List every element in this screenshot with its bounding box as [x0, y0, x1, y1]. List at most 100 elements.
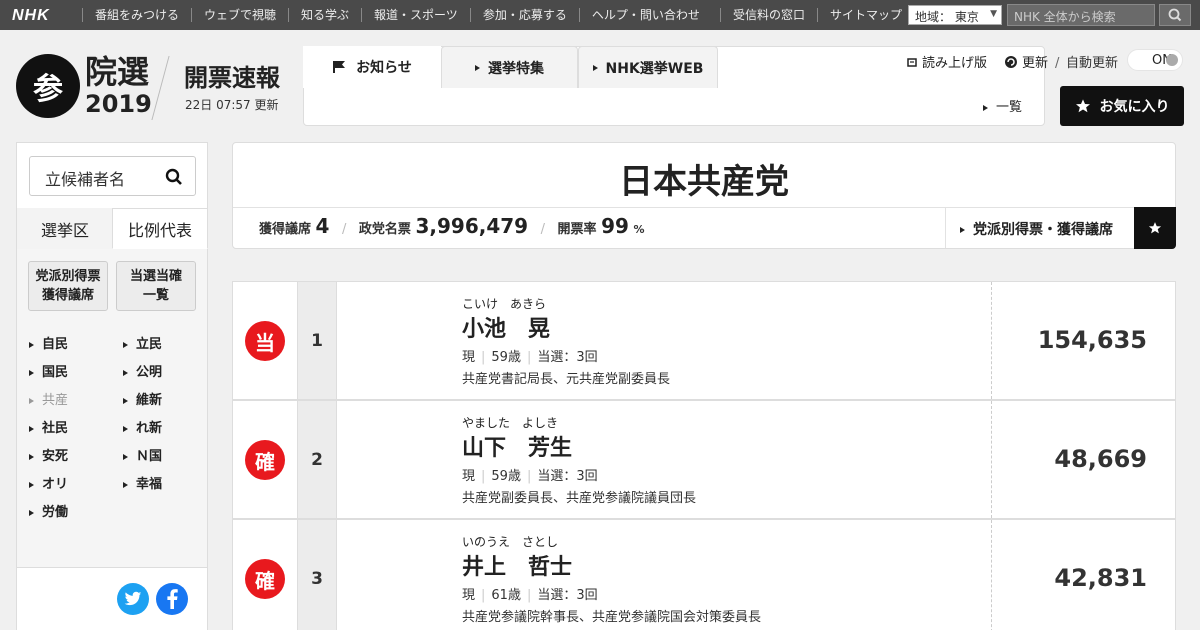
party-label: 社民 — [42, 421, 69, 436]
button-label: 党派別得票 獲得議席 — [35, 269, 101, 303]
separator: / — [342, 222, 347, 237]
link-label: 一覧 — [996, 100, 1023, 115]
candidate-row[interactable]: 確 2 やました よしき 山下 芳生 現 | 59歳 | 当選：3回 共産党副委員長、共… — [232, 400, 1176, 519]
tab-notice[interactable]: お知らせ — [303, 46, 441, 88]
tab-label: お知らせ — [356, 60, 412, 76]
nav-link[interactable]: サイトマップ — [817, 8, 914, 22]
candidate-position: 共産党副委員長、共産党参議院議員団長 — [462, 491, 697, 506]
facebook-icon[interactable] — [156, 583, 188, 615]
votes-by-party-button[interactable]: 党派別得票 獲得議席 — [28, 261, 108, 311]
triangle-right-icon — [592, 64, 598, 71]
triangle-right-icon — [29, 397, 34, 404]
nav-link[interactable]: 知る学ぶ — [288, 8, 361, 22]
favorite-party-button[interactable] — [1134, 207, 1176, 249]
divider — [945, 208, 946, 248]
party-votes-seats-link[interactable]: 党派別得票・獲得議席 — [960, 219, 1113, 239]
refresh-button[interactable]: 更新 / — [1004, 52, 1059, 71]
triangle-right-icon — [29, 341, 34, 348]
favorite-button[interactable]: お気に入り — [1060, 86, 1184, 126]
elected-badge: 当 — [245, 321, 285, 361]
tab-election-feature[interactable]: 選挙特集 — [441, 46, 578, 88]
global-navbar: NHK 番組をみつける ウェブで視聴 知る学ぶ 報道・スポーツ 参加・応募する … — [0, 0, 1200, 30]
party-link[interactable]: Ｎ国 — [123, 445, 162, 464]
party-label: 労働 — [42, 505, 69, 520]
candidate-position: 共産党書記局長、元共産党副委員長 — [462, 372, 671, 387]
party-label: 安死 — [42, 449, 69, 464]
tab-label: 選挙特集 — [488, 60, 544, 77]
candidate-name: 小池 晃 — [462, 317, 551, 342]
triangle-right-icon — [123, 481, 128, 488]
triangle-right-icon — [983, 104, 988, 111]
divider — [991, 282, 992, 399]
nav-link[interactable]: ヘルプ・問い合わせ — [578, 8, 712, 22]
party-link[interactable]: 公明 — [123, 361, 162, 380]
separator: | — [526, 588, 532, 603]
party-name: 日本共産党 — [619, 162, 789, 202]
separator: | — [526, 350, 532, 365]
nhk-logo[interactable]: NHK — [12, 7, 50, 25]
triangle-right-icon — [475, 64, 480, 71]
party-link[interactable]: 国民 — [29, 361, 68, 380]
candidate-row[interactable]: 当 1 こいけ あきら 小池 晃 現 | 59歳 | 当選：3回 共産党書記局長、元共産… — [232, 281, 1176, 400]
nav-link[interactable]: 受信料の窓口 — [720, 8, 817, 22]
link-label: 党派別得票・獲得議席 — [973, 222, 1113, 238]
count-rate-unit: % — [633, 223, 645, 236]
candidate-meta: 現 | 59歳 | 当選：3回 — [462, 346, 598, 365]
site-search-input[interactable]: NHK 全体から検索 — [1007, 4, 1155, 26]
update-timestamp: 22日 07:57 更新 — [185, 98, 279, 112]
winners-list-button[interactable]: 当選当確 一覧 — [116, 261, 196, 311]
triangle-right-icon — [29, 453, 34, 460]
age: 59歳 — [491, 350, 521, 365]
count-rate-label: 開票率 — [557, 222, 597, 237]
nav-link[interactable]: 参加・応募する — [469, 8, 579, 22]
party-label: 共産 — [42, 393, 69, 408]
party-label: Ｎ国 — [136, 449, 163, 464]
party-stats: 獲得議席 4 / 政党名票 3,996,479 / 開票率 99 % — [259, 214, 644, 238]
read-aloud-link[interactable]: 読み上げ版 — [906, 52, 987, 71]
nav-link[interactable]: ウェブで視聴 — [191, 8, 288, 22]
separator: | — [481, 350, 486, 365]
party-link[interactable]: 立民 — [123, 333, 162, 352]
votes-label: 政党名票 — [358, 222, 411, 237]
party-link[interactable]: 社民 — [29, 417, 68, 436]
candidate-kana: やました よしき — [462, 416, 559, 430]
nav-link[interactable]: 番組をみつける — [82, 8, 191, 22]
region-select[interactable]: 地域： 東京 ▼ — [908, 5, 1002, 25]
auto-refresh-toggle[interactable]: ON — [1127, 49, 1183, 71]
auto-refresh-label: 自動更新 — [1066, 56, 1119, 71]
election-logo-mark: 参 — [16, 54, 80, 118]
tab-district[interactable]: 選挙区 — [17, 208, 113, 249]
party-link[interactable]: オリ — [29, 473, 68, 492]
confirmed-badge: 確 — [245, 559, 285, 599]
site-search-button[interactable] — [1159, 4, 1191, 26]
candidate-kana: こいけ あきら — [462, 297, 547, 311]
twitter-icon[interactable] — [117, 583, 149, 615]
nav-link[interactable]: 報道・スポーツ — [361, 8, 470, 22]
party-label: オリ — [42, 477, 69, 492]
notice-list-link[interactable]: 一覧 — [983, 96, 1022, 115]
party-link[interactable]: 安死 — [29, 445, 68, 464]
triangle-right-icon — [960, 227, 965, 233]
party-link[interactable]: 自民 — [29, 333, 68, 352]
seats-label: 獲得議席 — [259, 222, 312, 237]
party-link[interactable]: れ新 — [123, 417, 162, 436]
button-label: 当選当確 一覧 — [129, 269, 182, 303]
incumbency: 現 — [462, 469, 476, 484]
seats-value: 4 — [315, 214, 330, 238]
button-label: 更新 — [1022, 56, 1049, 71]
votes-value: 3,996,479 — [415, 214, 529, 238]
party-link[interactable]: 維新 — [123, 389, 162, 408]
search-icon[interactable] — [165, 168, 183, 186]
candidate-search-input[interactable]: 立候補者名 — [29, 156, 196, 196]
candidate-row[interactable]: 確 3 いのうえ さとし 井上 哲士 現 | 61歳 | 当選：3回 共産党参議院幹事長… — [232, 519, 1176, 630]
search-placeholder: 立候補者名 — [45, 170, 126, 189]
party-link[interactable]: 幸福 — [123, 473, 162, 492]
tab-nhk-election-web[interactable]: NHK選挙WEB — [578, 46, 718, 88]
tab-proportional[interactable]: 比例代表 — [112, 208, 208, 249]
party-link[interactable]: 労働 — [29, 501, 68, 520]
count-rate-value: 99 — [601, 214, 629, 238]
refresh-icon — [1005, 56, 1017, 68]
party-label: 立民 — [136, 337, 163, 352]
party-label: 公明 — [136, 365, 163, 380]
page-title: 開票速報 — [184, 64, 280, 92]
